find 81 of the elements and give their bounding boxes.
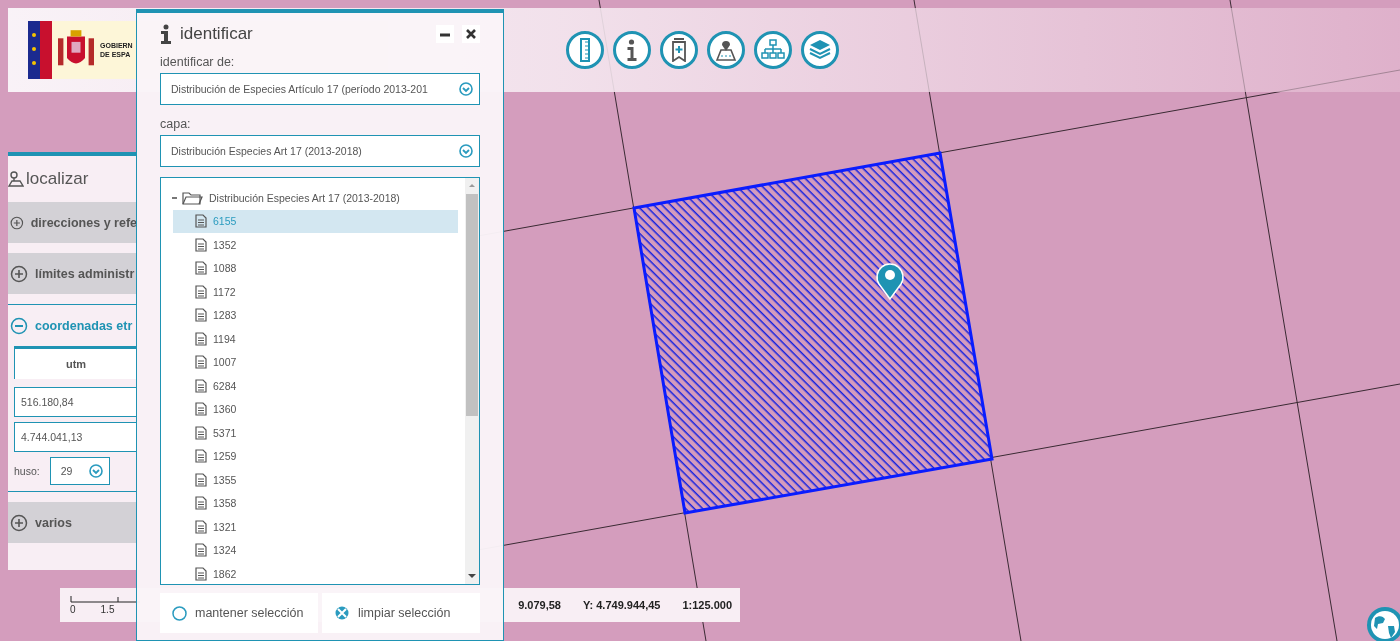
- document-icon: [195, 237, 207, 252]
- layers-tool-button[interactable]: [801, 31, 839, 69]
- document-icon: [195, 331, 207, 346]
- document-icon: [195, 402, 207, 417]
- tree-item[interactable]: 1324: [173, 538, 458, 562]
- tree-item[interactable]: 1172: [173, 280, 458, 304]
- tree-item[interactable]: 5371: [173, 421, 458, 445]
- ruler-icon: [580, 38, 590, 62]
- layers-icon: [808, 38, 832, 62]
- tree-item[interactable]: 1194: [173, 327, 458, 351]
- globe-icon[interactable]: [1366, 606, 1400, 641]
- chevron-down-icon: [459, 144, 473, 158]
- document-icon: [195, 378, 207, 393]
- document-icon: [195, 308, 207, 323]
- document-icon: [195, 496, 207, 511]
- flag-stripe-icon: [28, 21, 52, 79]
- hierarchy-tool-button[interactable]: [754, 31, 792, 69]
- hierarchy-icon: [761, 38, 785, 62]
- coordinate-readout: 9.079,58: [518, 599, 561, 611]
- dropdown[interactable]: 29: [49, 457, 110, 485]
- document-icon: [195, 261, 207, 276]
- tree-item[interactable]: 6284: [173, 374, 458, 398]
- coordinate-readout: Y: 4.749.944,45: [583, 599, 661, 611]
- dialog-title: identificar: [180, 24, 254, 44]
- dropdown[interactable]: Distribución de Especies Artículo 17 (período 2013-201: [160, 73, 480, 105]
- tree-item[interactable]: 1352: [173, 233, 458, 257]
- tree-item[interactable]: 1862: [173, 562, 458, 584]
- document-icon: [195, 425, 207, 440]
- tree-node-label[interactable]: Distribución Especies Art 17 (2013-2018): [209, 191, 400, 204]
- accordion-header[interactable]: límites administr: [8, 253, 137, 294]
- document-icon: [195, 449, 207, 464]
- map-marker-icon: [714, 38, 738, 62]
- folder-open-icon[interactable]: [171, 190, 203, 205]
- info-icon: [627, 39, 637, 61]
- scale-label: 1.5: [100, 603, 115, 615]
- ruler-tool-button[interactable]: [566, 31, 604, 69]
- tree-item[interactable]: 1355: [173, 468, 458, 492]
- info-icon: [160, 24, 172, 44]
- field-label: identificar de:: [160, 55, 236, 69]
- clear-selection-button[interactable]: limpiar selección: [322, 593, 480, 633]
- document-icon: [195, 566, 207, 581]
- chevron-down-icon: [459, 82, 473, 96]
- document-icon: [195, 284, 207, 299]
- tree-item[interactable]: 1360: [173, 397, 458, 421]
- panel-title: localizar: [26, 169, 89, 189]
- input-field[interactable]: 4.744.041,13: [14, 422, 137, 452]
- map-marker-tool-button[interactable]: [707, 31, 745, 69]
- tab[interactable]: utm: [14, 346, 137, 379]
- chevron-down-icon: [88, 464, 103, 478]
- input-field[interactable]: 516.180,84: [14, 387, 137, 417]
- dropdown[interactable]: Distribución Especies Art 17 (2013-2018): [160, 135, 480, 167]
- field-label: huso:: [14, 465, 40, 477]
- selected-grid-cell[interactable]: [632, 151, 994, 515]
- scale-label: 0: [70, 603, 76, 615]
- tree-item[interactable]: 1259: [173, 444, 458, 468]
- map-scale: 1:125.000: [682, 599, 732, 611]
- expand-icon: [10, 513, 28, 532]
- document-icon: [195, 214, 207, 229]
- document-icon: [195, 519, 207, 534]
- document-icon: [195, 355, 207, 370]
- field-label: capa:: [160, 117, 192, 131]
- scrollbar[interactable]: [465, 178, 479, 584]
- minimize-button[interactable]: [436, 25, 454, 43]
- expand-icon: [10, 264, 28, 283]
- clear-icon: [334, 605, 350, 621]
- tree-item[interactable]: 1321: [173, 515, 458, 539]
- document-icon: [195, 543, 207, 558]
- accordion-header[interactable]: varios: [8, 502, 137, 543]
- tree-item[interactable]: 1007: [173, 350, 458, 374]
- location-pin-icon: [876, 263, 904, 300]
- tree-item[interactable]: 1283: [173, 303, 458, 327]
- bookmark-plus-tool-button[interactable]: [660, 31, 698, 69]
- map-pin-icon: [8, 170, 24, 188]
- info-tool-button[interactable]: [613, 31, 651, 69]
- tree-item[interactable]: 1358: [173, 491, 458, 515]
- radio-option[interactable]: mantener selección: [160, 593, 318, 633]
- document-icon: [195, 472, 207, 487]
- tree-item[interactable]: 1088: [173, 256, 458, 280]
- close-icon: [465, 28, 477, 40]
- accordion-header[interactable]: direcciones y refe: [8, 202, 137, 243]
- close-button[interactable]: [462, 25, 480, 43]
